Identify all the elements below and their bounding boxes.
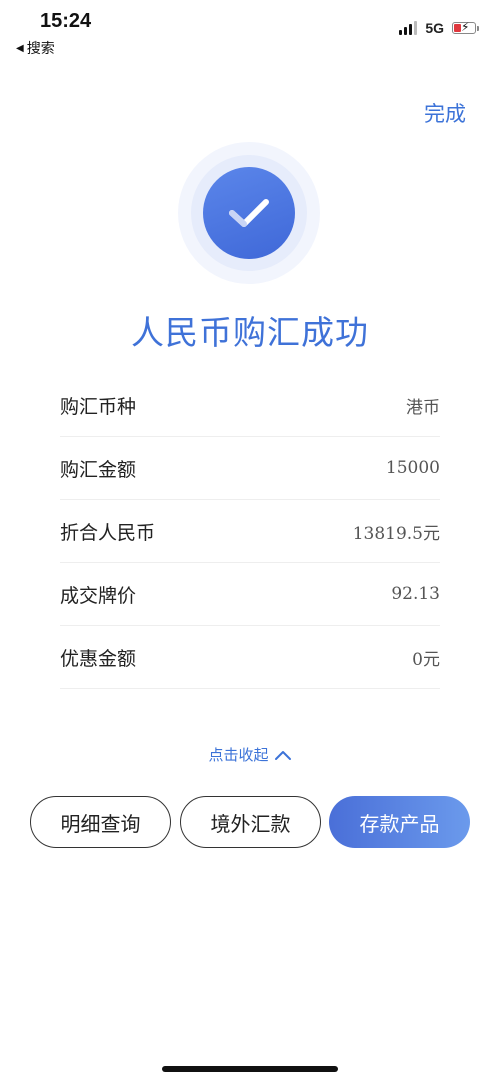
result-title: 人民币购汇成功	[131, 313, 369, 352]
status-time: 15:24	[40, 10, 92, 32]
overseas-remittance-button[interactable]: 境外汇款	[180, 796, 321, 848]
detail-value: 港币	[406, 397, 440, 418]
detail-query-button[interactable]: 明细查询	[30, 796, 171, 848]
done-button[interactable]: 完成	[424, 98, 466, 128]
success-check-icon	[178, 142, 320, 284]
detail-row-cny-equivalent: 折合人民币 13819.5元	[60, 500, 440, 563]
detail-value: 13819.5元	[352, 523, 440, 544]
network-type-label: 5G	[425, 20, 444, 36]
detail-label: 优惠金额	[60, 647, 137, 670]
back-to-search-link[interactable]: ◀ 搜索	[16, 38, 55, 58]
collapse-details-link[interactable]: 点击收起	[0, 744, 500, 765]
detail-label: 购汇金额	[60, 458, 137, 481]
detail-row-exchange-rate: 成交牌价 92.13	[60, 563, 440, 626]
deposit-products-button[interactable]: 存款产品	[329, 796, 470, 848]
detail-row-discount: 优惠金额 0元	[60, 626, 440, 689]
detail-label: 折合人民币	[60, 521, 156, 544]
collapse-label: 点击收起	[208, 746, 269, 764]
transaction-detail-list: 购汇币种 港币 购汇金额 15000 折合人民币 13819.5元 成交牌价 9…	[60, 374, 440, 689]
detail-label: 成交牌价	[60, 584, 137, 607]
detail-row-currency: 购汇币种 港币	[60, 374, 440, 437]
back-triangle-icon: ◀	[16, 42, 24, 54]
detail-value: 15000	[385, 458, 440, 478]
detail-value: 92.13	[391, 584, 440, 604]
signal-strength-icon	[399, 21, 418, 35]
detail-value: 0元	[412, 649, 440, 670]
chevron-up-icon	[274, 750, 291, 760]
detail-label: 购汇币种	[60, 395, 137, 418]
status-bar: 15:24 ◀ 搜索 5G ⚡	[0, 0, 500, 60]
status-indicators: 5G ⚡	[399, 20, 479, 36]
back-search-label: 搜索	[26, 41, 55, 57]
detail-row-amount: 购汇金额 15000	[60, 437, 440, 500]
home-indicator[interactable]	[162, 1066, 338, 1072]
battery-charging-icon: ⚡	[452, 20, 479, 34]
